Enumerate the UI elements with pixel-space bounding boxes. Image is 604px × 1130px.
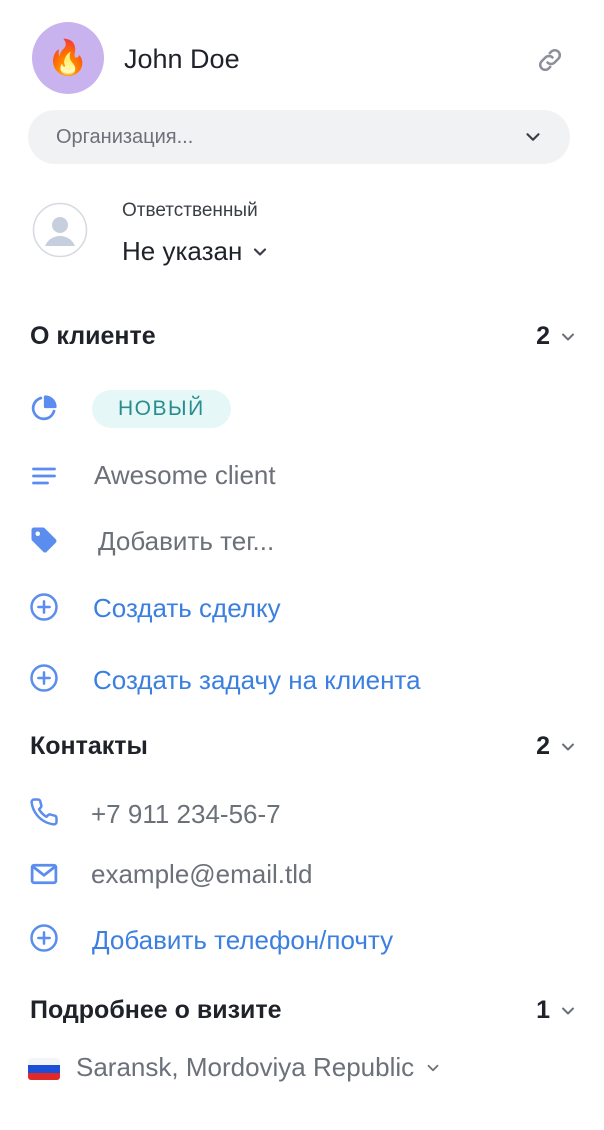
responsible-label: Ответственный [122, 200, 258, 221]
phone-icon [28, 796, 60, 828]
add-tag-input[interactable]: Добавить тег... [98, 526, 274, 557]
phone-value[interactable]: +7 911 234-56-7 [91, 799, 281, 830]
client-avatar[interactable]: 🔥 [32, 22, 104, 94]
add-contact-link[interactable]: Добавить телефон/почту [92, 925, 393, 956]
status-badge[interactable]: НОВЫЙ [92, 390, 231, 428]
contacts-count: 2 [536, 732, 550, 760]
create-task-link[interactable]: Создать задачу на клиента [93, 665, 421, 696]
email-icon [28, 858, 60, 890]
fire-icon: 🔥 [46, 39, 90, 77]
plus-circle-icon [28, 591, 60, 623]
contacts-section-title: Контакты [30, 732, 148, 760]
contacts-section-toggle[interactable]: 2 [536, 732, 578, 761]
link-icon[interactable] [532, 42, 568, 78]
email-value[interactable]: example@email.tld [91, 859, 312, 890]
organization-select[interactable]: Организация... [28, 110, 570, 164]
chevron-down-icon [562, 743, 574, 750]
chevron-down-icon [562, 1007, 574, 1014]
tag-icon [28, 524, 60, 556]
plus-circle-icon [28, 662, 60, 694]
chevron-down-icon [562, 333, 574, 340]
client-name[interactable]: John Doe [124, 44, 240, 75]
responsible-avatar-icon [32, 202, 88, 258]
chevron-down-icon [526, 133, 540, 141]
responsible-select[interactable]: Не указан [122, 236, 270, 267]
chevron-down-icon [254, 247, 267, 256]
visit-section-toggle[interactable]: 1 [536, 996, 578, 1025]
about-section-toggle[interactable]: 2 [536, 322, 578, 351]
client-description[interactable]: Awesome client [94, 460, 276, 491]
about-count: 2 [536, 322, 550, 350]
about-section-title: О клиенте [30, 322, 156, 350]
description-icon [28, 460, 60, 492]
pie-chart-icon [28, 392, 60, 424]
visit-section-title: Подробнее о визите [30, 996, 282, 1024]
plus-circle-icon [28, 922, 60, 954]
location-value: Saransk, Mordoviya Republic [76, 1052, 415, 1082]
responsible-value: Не указан [122, 236, 243, 266]
location-select[interactable]: Saransk, Mordoviya Republic [76, 1052, 442, 1083]
russia-flag-icon [28, 1058, 60, 1080]
create-deal-link[interactable]: Создать сделку [93, 593, 281, 624]
organization-placeholder: Организация... [56, 125, 194, 148]
visit-count: 1 [536, 996, 550, 1024]
chevron-down-icon [427, 1064, 439, 1071]
